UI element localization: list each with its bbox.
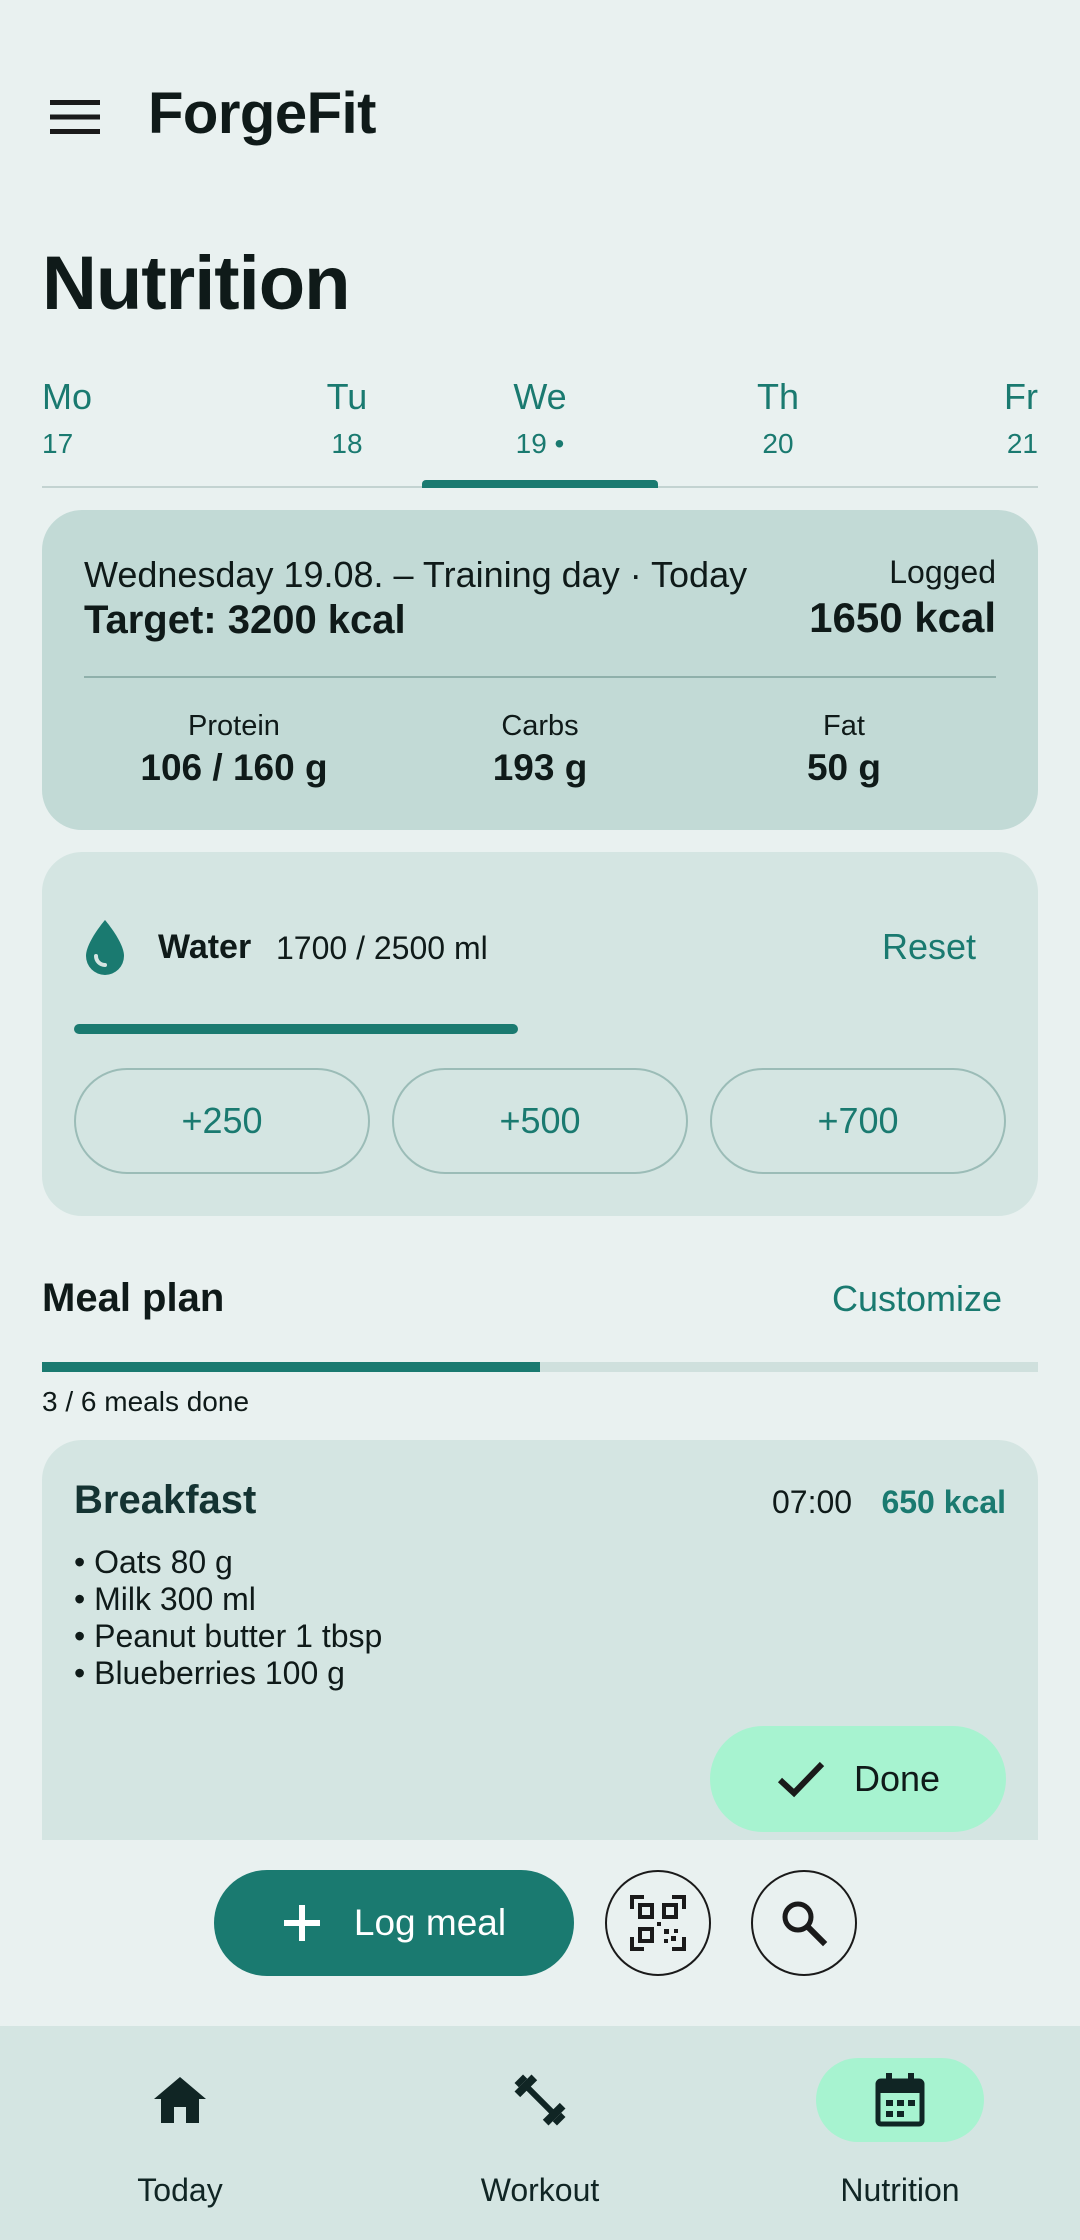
nav-today[interactable]: Today (0, 2026, 360, 2240)
daily-summary-card: Wednesday 19.08. – Training day · Today … (42, 510, 1038, 830)
menu-button[interactable] (42, 92, 108, 142)
scan-button[interactable] (605, 1870, 711, 1976)
macro-label: Protein (188, 710, 280, 742)
day-date: 19 • (515, 428, 565, 459)
meal-items-list: • Oats 80 g • Milk 300 ml • Peanut butte… (74, 1544, 382, 1692)
day-name: Fr (1004, 376, 1038, 417)
day-name: Mo (42, 376, 93, 417)
water-progress-bar (74, 1024, 1006, 1034)
nav-icon-container (816, 2058, 984, 2142)
add-500-button[interactable]: +500 (392, 1068, 688, 1174)
water-progress-fill (74, 1024, 518, 1034)
add-250-button[interactable]: +250 (74, 1068, 370, 1174)
meal-card-breakfast: Breakfast 07:00 650 kcal • Oats 80 g • M… (42, 1440, 1038, 1840)
day-date: 21 (1006, 428, 1038, 459)
nav-icon-container (96, 2058, 264, 2142)
done-label: Done (853, 1758, 941, 1799)
meal-kcal: 650 kcal (881, 1484, 1006, 1520)
calorie-target: Target: 3200 kcal (84, 598, 406, 642)
list-item: • Milk 300 ml (74, 1581, 256, 1617)
nav-label: Workout (480, 2172, 600, 2208)
water-drop-icon (86, 920, 124, 975)
nav-workout[interactable]: Workout (360, 2026, 720, 2240)
water-amount: 1700 / 2500 ml (276, 930, 488, 966)
meal-plan-title: Meal plan (42, 1276, 225, 1320)
log-meal-button[interactable]: Log meal (214, 1870, 574, 1976)
search-button[interactable] (751, 1870, 857, 1976)
list-item: • Blueberries 100 g (74, 1655, 345, 1691)
meal-plan-progress-fill (42, 1362, 540, 1372)
calendar-icon (875, 2073, 925, 2127)
meals-done-count: 3 / 6 meals done (42, 1386, 250, 1417)
day-tabs: Mo 17 Tu 18 We 19 • Th 20 Fr 21 (42, 376, 1038, 488)
home-icon (154, 2077, 206, 2123)
log-meal-label: Log meal (353, 1902, 507, 1943)
meal-time: 07:00 (772, 1484, 853, 1520)
check-icon (777, 1761, 825, 1798)
day-name: We (513, 376, 567, 417)
nav-nutrition[interactable]: Nutrition (720, 2026, 1080, 2240)
macro-value: 193 g (492, 747, 588, 788)
meal-plan-progress-bar (42, 1362, 1038, 1372)
meal-name: Breakfast (74, 1478, 257, 1522)
list-item: • Oats 80 g (74, 1544, 233, 1580)
done-button[interactable]: Done (710, 1726, 1006, 1832)
macro-value: 106 / 160 g (140, 747, 328, 788)
water-label: Water (158, 928, 252, 966)
search-icon (782, 1901, 828, 1947)
add-700-button[interactable]: +700 (710, 1068, 1006, 1174)
day-headline: Wednesday 19.08. – Training day · Today (84, 554, 748, 595)
bottom-navigation: Today Workout Nutrition (0, 2026, 1080, 2240)
tab-day-we[interactable]: We 19 • (422, 376, 658, 486)
tab-day-fr[interactable]: Fr 21 (802, 376, 1038, 486)
dumbbell-icon (514, 2074, 566, 2126)
nav-icon-container (456, 2058, 624, 2142)
list-item: • Peanut butter 1 tbsp (74, 1618, 383, 1654)
plus-icon (283, 1905, 320, 1941)
customize-button[interactable]: Customize (832, 1278, 1002, 1320)
logged-value: 1650 kcal (809, 594, 996, 641)
water-card: Water 1700 / 2500 ml Reset +250 +500 +70… (42, 852, 1038, 1216)
day-date: 17 (42, 428, 74, 459)
selected-day-indicator (422, 480, 658, 488)
page-title: Nutrition (42, 241, 351, 326)
water-reset-button[interactable]: Reset (882, 926, 976, 968)
macro-carbs: Carbs 193 g (390, 710, 690, 789)
macro-value: 50 g (806, 747, 882, 788)
macro-fat: Fat 50 g (694, 710, 994, 789)
qr-code-scan-icon (630, 1895, 686, 1951)
app-title: ForgeFit (148, 81, 376, 146)
divider (84, 676, 996, 678)
logged-label: Logged (889, 554, 996, 590)
nav-label: Today (137, 2172, 223, 2208)
macro-label: Carbs (501, 710, 579, 742)
menu-icon (50, 100, 100, 134)
macro-label: Fat (823, 710, 865, 742)
macro-protein: Protein 106 / 160 g (84, 710, 384, 789)
nav-label: Nutrition (840, 2172, 960, 2208)
